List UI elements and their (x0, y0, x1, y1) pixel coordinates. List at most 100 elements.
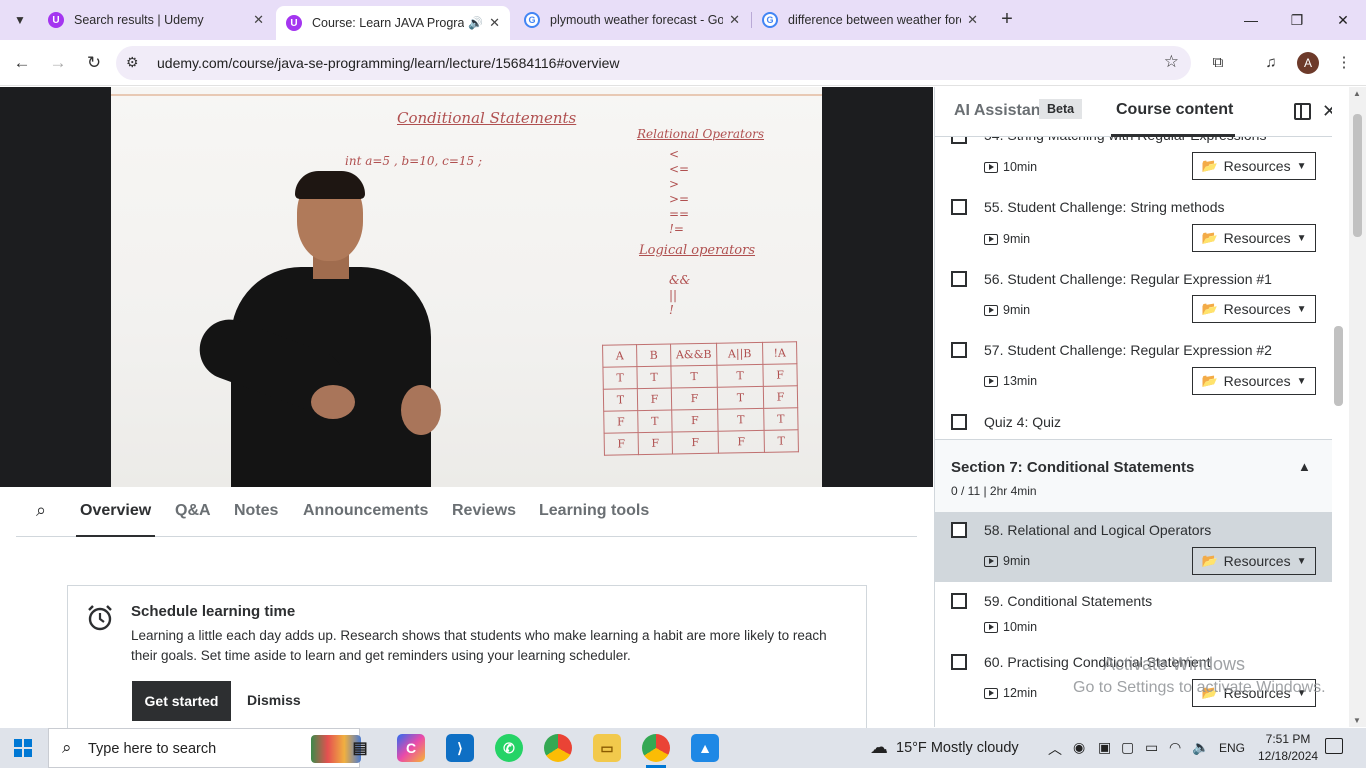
whatsapp-icon[interactable]: ✆ (495, 734, 523, 762)
section-header[interactable]: Section 7: Conditional Statements 0 / 11… (935, 439, 1332, 513)
video-frame[interactable]: Conditional Statements int a=5 , b=10, c… (111, 87, 822, 487)
resources-label: Resources (1223, 230, 1291, 246)
close-window-button[interactable]: ✕ (1331, 8, 1355, 32)
task-view-icon[interactable]: ▤ (346, 734, 374, 762)
chevron-down-icon: ▼ (1296, 160, 1307, 172)
forward-button[interactable]: → (46, 51, 70, 75)
url-text[interactable]: udemy.com/course/java-se-programming/lea… (157, 55, 620, 71)
tab-weather-difference[interactable]: G difference between weather forecast ✕ (752, 4, 988, 36)
battery-icon[interactable]: ▭ (1145, 739, 1158, 756)
tab-ai-assistant[interactable]: AI Assistant (954, 102, 1046, 120)
close-icon[interactable]: ✕ (253, 12, 264, 28)
resources-button[interactable]: 📂 Resources ▼ (1192, 295, 1316, 323)
system-clock[interactable]: 7:51 PM 12/18/2024 (1258, 731, 1318, 765)
tab-notes[interactable]: Notes (234, 502, 278, 520)
close-icon[interactable]: ✕ (1322, 101, 1332, 122)
tab-course[interactable]: U Course: Learn JAVA Programming 🔊 ✕ (276, 6, 510, 40)
cell: !A (762, 341, 797, 365)
language-indicator[interactable]: ENG (1219, 741, 1245, 755)
lecture-checkbox[interactable] (951, 414, 967, 430)
tab-announcements[interactable]: Announcements (303, 502, 428, 520)
list-item[interactable]: 60. Practising Conditional Statement 12m… (935, 644, 1332, 727)
lecture-checkbox[interactable] (951, 342, 967, 358)
lecture-checkbox[interactable] (951, 271, 967, 287)
resources-button[interactable]: 📂 Resources ▼ (1192, 367, 1316, 395)
list-item-current[interactable]: 58. Relational and Logical Operators 9mi… (935, 512, 1332, 582)
back-button[interactable]: ← (10, 51, 34, 75)
list-item[interactable]: 59. Conditional Statements 10min (935, 582, 1332, 644)
cell: T (603, 388, 638, 412)
presenter-hair (295, 171, 365, 199)
site-info-icon[interactable]: ⚙ (126, 54, 139, 71)
list-item[interactable]: Quiz 4: Quiz (935, 403, 1332, 439)
scroll-down-arrow-icon[interactable]: ▼ (1353, 716, 1361, 725)
op: < (669, 147, 680, 161)
chrome-icon[interactable] (544, 734, 572, 762)
camera-icon[interactable]: ▣ (1098, 739, 1111, 756)
tab-overview[interactable]: Overview (80, 502, 151, 520)
photos-icon[interactable]: ▲ (691, 734, 719, 762)
scrollbar-thumb[interactable] (1353, 114, 1362, 237)
tab-learning-tools[interactable]: Learning tools (539, 502, 649, 520)
list-item[interactable]: 56. Student Challenge: Regular Expressio… (935, 259, 1332, 331)
close-icon[interactable]: ✕ (729, 12, 740, 28)
volume-icon[interactable]: 🔈 (1192, 739, 1209, 756)
tab-plymouth-weather[interactable]: G plymouth weather forecast - Google Sea… (514, 4, 750, 36)
extensions-icon[interactable]: ⧉ (1207, 52, 1229, 74)
get-started-button[interactable]: Get started (132, 681, 231, 721)
tab-reviews[interactable]: Reviews (452, 502, 516, 520)
chevron-up-icon[interactable]: ▲ (1298, 459, 1311, 474)
display-icon[interactable]: ▢ (1121, 739, 1134, 756)
close-icon[interactable]: ✕ (489, 15, 500, 31)
lecture-checkbox[interactable] (951, 654, 967, 670)
cell: T (670, 365, 718, 389)
chevron-down-icon: ▼ (1296, 687, 1307, 699)
taskbar-search[interactable]: ⌕ Type here to search (48, 728, 361, 768)
copilot-icon[interactable]: C (397, 734, 425, 762)
resources-button[interactable]: 📂 Resources ▼ (1192, 152, 1316, 180)
tab-udemy-search[interactable]: U Search results | Udemy ✕ (38, 4, 274, 36)
op: || (669, 288, 678, 302)
tab-search-icon[interactable]: ▼ (8, 8, 32, 32)
speaker-icon[interactable]: 🔊 (468, 16, 483, 30)
sidebar-scrollbar-thumb[interactable] (1334, 326, 1343, 406)
notification-icon[interactable] (1325, 738, 1343, 754)
profile-avatar[interactable]: A (1297, 52, 1319, 74)
video-player[interactable]: Conditional Statements int a=5 , b=10, c… (0, 87, 933, 487)
sidebar-header: AI Assistant Beta Course content ✕ (935, 87, 1332, 137)
address-bar[interactable]: ⚙ udemy.com/course/java-se-programming/l… (116, 46, 1191, 80)
bookmark-star-icon[interactable]: ☆ (1164, 52, 1179, 72)
record-icon[interactable]: ◉ (1073, 739, 1085, 756)
list-item[interactable]: 57. Student Challenge: Regular Expressio… (935, 331, 1332, 403)
weather-widget[interactable]: ☁ 15°F Mostly cloudy (870, 737, 1019, 758)
resources-button[interactable]: 📂 Resources ▼ (1192, 547, 1316, 575)
udemy-icon: U (48, 12, 64, 28)
media-control-icon[interactable]: ♫ (1260, 52, 1282, 74)
lecture-duration: 12min (984, 686, 1037, 700)
lecture-checkbox[interactable] (951, 522, 967, 538)
resources-button[interactable]: 📂 Resources ▼ (1192, 224, 1316, 252)
expand-panel-icon[interactable] (1294, 103, 1311, 120)
search-icon[interactable]: ⌕ (36, 500, 46, 521)
lecture-checkbox[interactable] (951, 593, 967, 609)
minimize-button[interactable]: — (1239, 8, 1263, 32)
chevron-up-icon[interactable]: ︿ (1048, 739, 1062, 759)
reload-button[interactable]: ↻ (82, 51, 106, 75)
lecture-checkbox[interactable] (951, 199, 967, 215)
windows-start-icon[interactable] (14, 739, 32, 757)
tab-qa[interactable]: Q&A (175, 502, 211, 520)
restore-button[interactable]: ❐ (1285, 8, 1309, 32)
dismiss-button[interactable]: Dismiss (247, 692, 301, 708)
page-scrollbar[interactable]: ▲ ▼ (1349, 87, 1366, 727)
vscode-icon[interactable]: ⟩ (446, 734, 474, 762)
file-explorer-icon[interactable]: ▭ (593, 734, 621, 762)
browser-menu-icon[interactable]: ⋮ (1333, 52, 1355, 74)
wifi-icon[interactable]: ◠ (1169, 739, 1181, 756)
new-tab-button[interactable]: + (996, 8, 1018, 30)
resources-button[interactable]: 📂 Resources ▼ (1192, 679, 1316, 707)
close-icon[interactable]: ✕ (967, 12, 978, 28)
chrome-active-icon[interactable] (642, 734, 670, 768)
tab-course-content[interactable]: Course content (1116, 101, 1233, 119)
list-item[interactable]: 55. Student Challenge: String methods 9m… (935, 187, 1332, 259)
scroll-up-arrow-icon[interactable]: ▲ (1353, 89, 1361, 98)
